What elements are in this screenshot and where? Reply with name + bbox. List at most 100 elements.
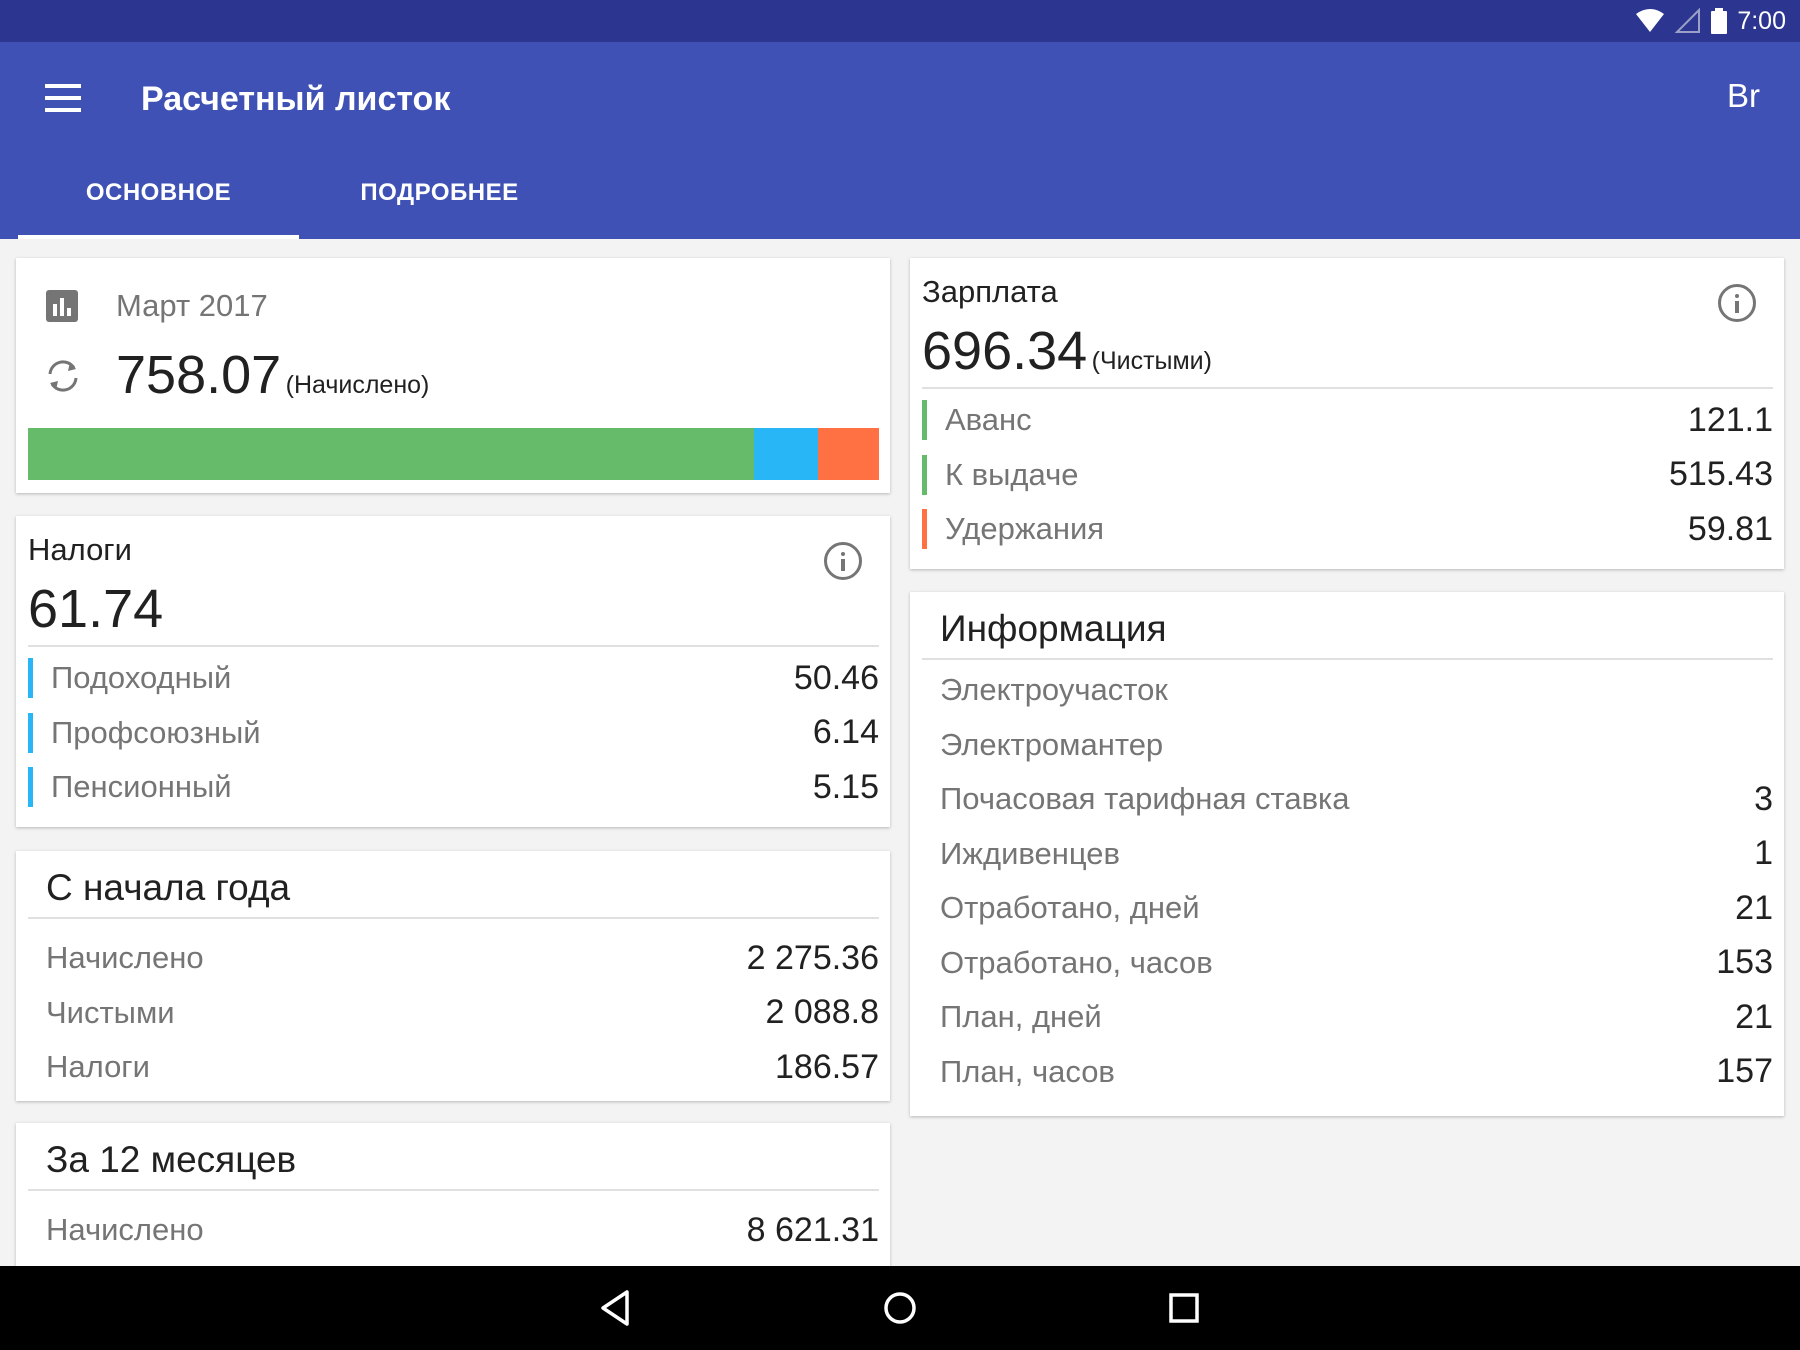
salary-card[interactable]: Зарплата 696.34 (Чистыми) Аванс 121.1 К вы… [910, 258, 1784, 569]
taxes-row: Подоходный 50.46 [28, 656, 879, 700]
ytd-row-label: Начислено [46, 940, 204, 975]
salary-row: Аванс 121.1 [922, 398, 1773, 442]
status-bar: 7:00 [0, 0, 1800, 42]
salary-info-icon[interactable] [1718, 284, 1756, 322]
breakdown-bar [28, 428, 879, 480]
battery-icon [1711, 8, 1728, 34]
salary-row-value: 59.81 [1687, 509, 1773, 548]
ytd-divider [28, 917, 879, 919]
info-row-label: Электромантер [940, 726, 1164, 762]
info-row: Электроучасток [940, 668, 1773, 712]
salary-row-accent [922, 509, 927, 549]
info-row-value: 21 [1735, 997, 1773, 1036]
salary-row-value: 515.43 [1669, 455, 1773, 493]
taxes-row-label: Пенсионный [51, 769, 232, 804]
salary-row-label: Удержания [945, 511, 1105, 546]
taxes-row-label: Подоходный [51, 660, 232, 695]
info-row-value: 21 [1735, 888, 1773, 927]
status-time: 7:00 [1737, 6, 1786, 35]
info-row-value: 157 [1716, 1052, 1773, 1090]
back-icon[interactable] [593, 1284, 641, 1332]
taxes-row-value: 50.46 [793, 658, 879, 697]
info-divider [922, 658, 1773, 660]
ytd-card[interactable]: С начала года Начислено 2 275.36 Чистыми 2 … [16, 851, 890, 1101]
salary-row-accent [922, 400, 927, 440]
months12-card[interactable]: За 12 месяцев Начислено 8 621.31 [16, 1123, 890, 1283]
salary-total-line: 696.34 (Чистыми) [922, 320, 1212, 382]
info-row-value: 3 [1754, 779, 1773, 818]
taxes-row: Профсоюзный 6.14 [28, 711, 879, 755]
months12-title: За 12 месяцев [46, 1139, 297, 1180]
summary-total: 758.07 [116, 345, 282, 405]
salary-row-label: Аванс [945, 402, 1032, 437]
info-row: Иждивенцев 1 [940, 832, 1773, 876]
info-row-label: Электроучасток [940, 672, 1168, 707]
info-row-value: 1 [1754, 834, 1773, 872]
info-row: Почасовая тарифная ставка 3 [940, 777, 1773, 821]
info-row-label: План, часов [940, 1053, 1115, 1089]
menu-icon[interactable] [45, 84, 81, 112]
ytd-row-value: 186.57 [775, 1047, 879, 1086]
salary-row: Удержания 59.81 [922, 507, 1773, 551]
ytd-row: Начислено 2 275.36 [46, 936, 879, 980]
home-icon[interactable] [876, 1284, 924, 1332]
taxes-card[interactable]: Налоги 61.74 Подоходный 50.46 Профсоюзный 6… [16, 516, 890, 827]
months12-divider [28, 1189, 879, 1191]
info-row-label: Отработано, часов [940, 944, 1213, 980]
cell-signal-icon [1675, 8, 1701, 33]
taxes-total: 61.74 [28, 579, 164, 639]
tab-details[interactable]: ПОДРОБНЕЕ [299, 179, 580, 239]
salary-total: 696.34 [922, 321, 1088, 381]
taxes-title: Налоги [28, 532, 132, 567]
ytd-row-value: 2 088.8 [765, 993, 879, 1031]
ytd-row-label: Чистыми [46, 994, 175, 1030]
bar-segment-taxes [753, 428, 818, 480]
taxes-row-accent [28, 767, 33, 807]
ytd-title: С начала года [46, 867, 291, 908]
ytd-row: Налоги 186.57 [46, 1045, 879, 1089]
currency-button[interactable]: Br [1727, 77, 1760, 115]
taxes-info-icon[interactable] [824, 542, 862, 580]
months12-row: Начислено 8 621.31 [46, 1208, 879, 1252]
summary-total-line: 758.07 (Начислено) [116, 344, 429, 406]
info-card[interactable]: Информация Электроучасток Электромантер По… [910, 592, 1784, 1116]
taxes-row: Пенсионный 5.15 [28, 765, 879, 809]
bar-segment-net [28, 428, 754, 480]
info-row-value: 153 [1716, 943, 1773, 981]
info-row: План, дней 21 [940, 995, 1773, 1039]
taxes-row-accent [28, 658, 33, 698]
tab-main[interactable]: ОСНОВНОЕ [18, 179, 299, 239]
salary-title: Зарплата [922, 274, 1058, 309]
info-row-label: План, дней [940, 999, 1102, 1034]
ytd-row-value: 2 275.36 [746, 938, 879, 977]
info-row: Отработано, дней 21 [940, 886, 1773, 930]
info-row: Электромантер [940, 723, 1773, 767]
ytd-row-label: Налоги [46, 1049, 150, 1084]
app-title: Расчетный листок [141, 80, 451, 118]
info-row-label: Почасовая тарифная ставка [940, 781, 1350, 816]
recents-icon[interactable] [1160, 1284, 1208, 1332]
bar-segment-deductions [817, 428, 879, 480]
summary-card[interactable]: Март 2017 758.07 (Начислено) [16, 258, 890, 493]
salary-total-note: (Чистыми) [1091, 347, 1212, 375]
salary-row-value: 121.1 [1687, 400, 1773, 439]
wifi-icon [1636, 9, 1665, 32]
taxes-divider [28, 645, 879, 647]
status-icons: 7:00 [1635, 6, 1786, 36]
info-row-label: Иждивенцев [940, 835, 1121, 871]
info-row: Отработано, часов 153 [940, 941, 1773, 985]
navigation-bar [0, 1266, 1800, 1350]
months12-row-label: Начислено [46, 1212, 204, 1247]
info-title: Информация [940, 608, 1167, 649]
taxes-row-value: 5.15 [812, 767, 879, 806]
months12-row-value: 8 621.31 [746, 1210, 879, 1249]
ytd-row: Чистыми 2 088.8 [46, 991, 879, 1035]
salary-row: К выдаче 515.43 [922, 453, 1773, 497]
bar-chart-icon [46, 290, 78, 322]
taxes-row-value: 6.14 [812, 713, 879, 751]
tab-indicator [18, 235, 299, 239]
sync-icon[interactable] [44, 358, 82, 394]
summary-total-note: (Начислено) [285, 371, 430, 399]
salary-divider [922, 387, 1773, 389]
info-row-label: Отработано, дней [940, 890, 1200, 925]
